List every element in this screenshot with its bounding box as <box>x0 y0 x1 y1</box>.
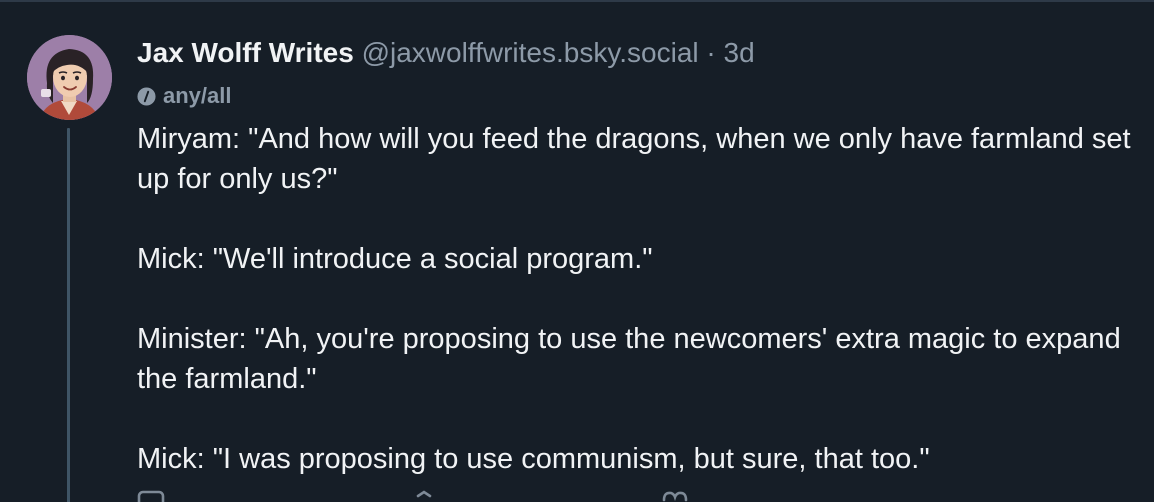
author-handle[interactable]: @jaxwolffwrites.bsky.social <box>362 37 699 68</box>
heart-icon <box>662 491 688 502</box>
divider <box>0 0 1154 2</box>
info-icon <box>137 86 156 106</box>
post-time[interactable]: 3d <box>724 37 755 68</box>
reply-button[interactable] <box>137 488 167 502</box>
repost-button[interactable] <box>414 488 444 502</box>
avatar[interactable] <box>27 35 112 120</box>
post-view: Jax Wolff Writes @jaxwolffwrites.bsky.so… <box>0 0 1154 502</box>
repost-icon <box>416 490 432 498</box>
like-button[interactable] <box>660 488 690 502</box>
author-display-name[interactable]: Jax Wolff Writes <box>137 37 354 68</box>
post-paragraph: Minister: "Ah, you're proposing to use t… <box>137 323 1121 395</box>
post-header: Jax Wolff Writes @jaxwolffwrites.bsky.so… <box>137 34 755 72</box>
post-text: Miryam: "And how will you feed the drago… <box>137 119 1137 502</box>
separator-dot: · <box>706 37 716 68</box>
post-paragraph: Miryam: "And how will you feed the drago… <box>137 123 1131 195</box>
post-actions <box>137 488 837 502</box>
post-label[interactable]: any/all <box>137 82 231 110</box>
post-paragraph: Mick: "We'll introduce a social program.… <box>137 243 653 275</box>
post-paragraph: Mick: "I was proposing to use communism,… <box>137 443 930 475</box>
thread-line <box>67 128 70 502</box>
label-text: any/all <box>163 83 232 108</box>
avatar-illustration <box>27 35 112 120</box>
reply-icon <box>137 490 165 502</box>
